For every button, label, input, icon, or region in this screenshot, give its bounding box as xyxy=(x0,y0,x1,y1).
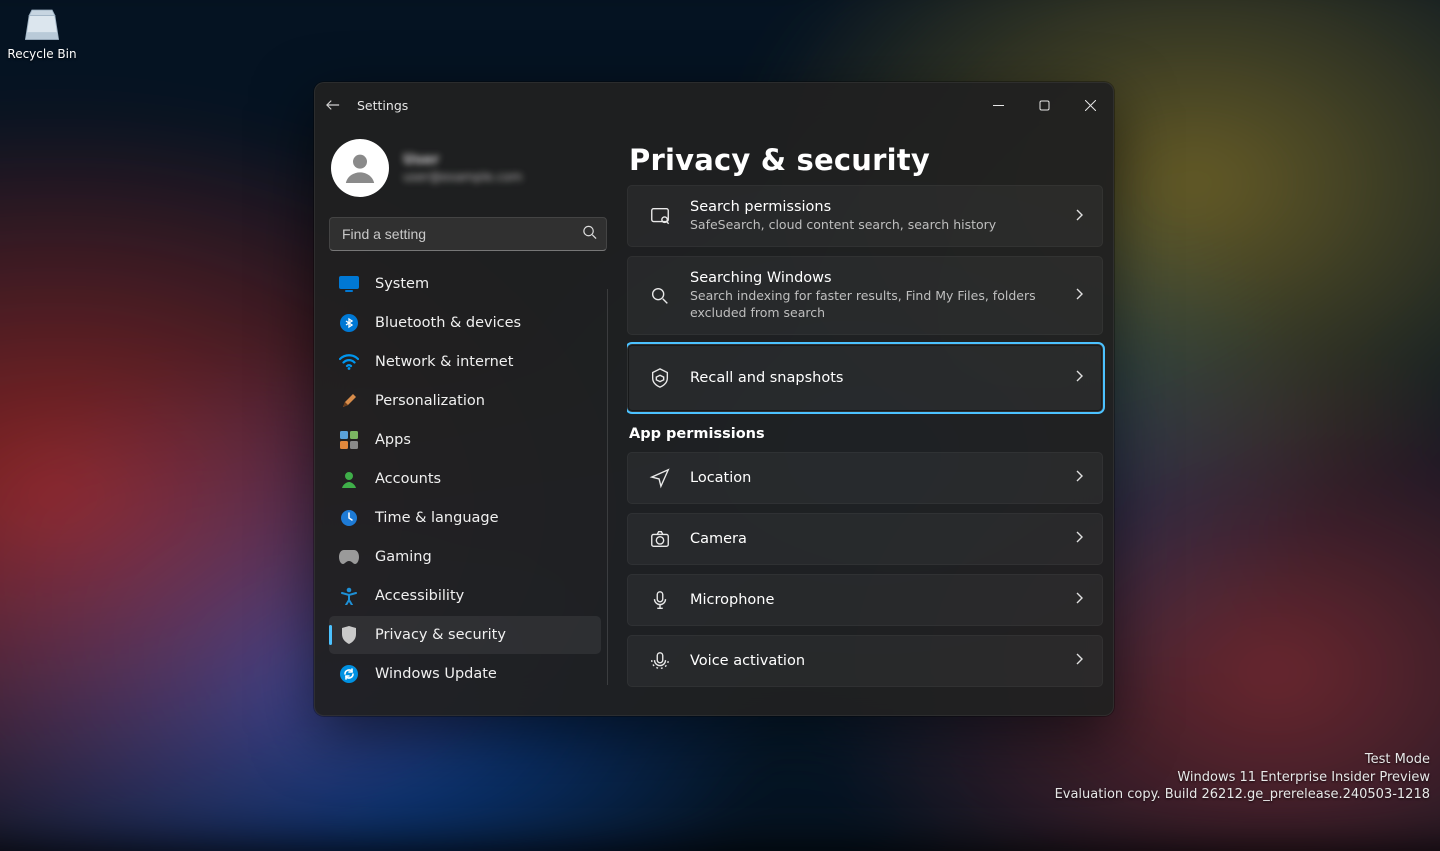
avatar xyxy=(331,139,389,197)
search-icon xyxy=(582,225,597,244)
chevron-right-icon xyxy=(1072,529,1086,548)
setting-title: Location xyxy=(690,470,1054,486)
sidebar-item-network[interactable]: Network & internet xyxy=(329,343,601,381)
recycle-bin[interactable]: Recycle Bin xyxy=(4,2,80,61)
searching-windows-icon xyxy=(648,284,672,308)
wifi-icon xyxy=(339,352,359,372)
account-header[interactable]: User user@example.com xyxy=(329,137,607,211)
voice-activation-icon xyxy=(648,649,672,673)
settings-window: Settings xyxy=(314,82,1114,716)
setting-voice-activation[interactable]: Voice activation xyxy=(627,635,1103,687)
close-icon xyxy=(1085,100,1096,111)
setting-title: Recall and snapshots xyxy=(690,370,1054,386)
sidebar-item-system[interactable]: System xyxy=(329,265,601,303)
setting-subtitle: Search indexing for faster results, Find… xyxy=(690,288,1054,321)
window-title: Settings xyxy=(357,98,408,113)
setting-searching-windows[interactable]: Searching Windows Search indexing for fa… xyxy=(627,256,1103,335)
sidebar-item-time-language[interactable]: Time & language xyxy=(329,499,601,537)
update-icon xyxy=(339,664,359,684)
sidebar-item-windows-update[interactable]: Windows Update xyxy=(329,655,601,693)
setting-title: Search permissions xyxy=(690,199,1054,215)
setting-location[interactable]: Location xyxy=(627,452,1103,504)
setting-subtitle: SafeSearch, cloud content search, search… xyxy=(690,217,1054,233)
sidebar-item-label: Personalization xyxy=(375,393,485,409)
minimize-icon xyxy=(993,100,1004,111)
sidebar-item-privacy-security[interactable]: Privacy & security xyxy=(329,616,601,654)
main-content: Privacy & security Search permissions Sa… xyxy=(615,127,1113,715)
apps-icon xyxy=(339,430,359,450)
search-input[interactable] xyxy=(329,217,607,251)
search-box[interactable] xyxy=(329,217,607,251)
sidebar-item-label: Gaming xyxy=(375,549,432,565)
bluetooth-icon xyxy=(339,313,359,333)
sidebar-nav: System Bluetooth & devices Network & int… xyxy=(329,265,607,693)
maximize-icon xyxy=(1039,100,1050,111)
setting-recall-snapshots[interactable]: Recall and snapshots xyxy=(627,344,1103,412)
sidebar-item-bluetooth[interactable]: Bluetooth & devices xyxy=(329,304,601,342)
account-name: User xyxy=(403,152,522,168)
sidebar-item-label: Bluetooth & devices xyxy=(375,315,521,331)
microphone-icon xyxy=(648,588,672,612)
sidebar-item-personalization[interactable]: Personalization xyxy=(329,382,601,420)
sidebar-item-label: Apps xyxy=(375,432,411,448)
setting-title: Camera xyxy=(690,531,1054,547)
window-minimize-button[interactable] xyxy=(975,89,1021,121)
sidebar-item-label: Accessibility xyxy=(375,588,464,604)
back-button[interactable] xyxy=(315,83,351,127)
sidebar-item-label: Network & internet xyxy=(375,354,513,370)
camera-icon xyxy=(648,527,672,551)
sidebar-item-label: Privacy & security xyxy=(375,627,506,643)
sidebar-item-label: Time & language xyxy=(375,510,499,526)
sidebar-item-apps[interactable]: Apps xyxy=(329,421,601,459)
recycle-bin-icon xyxy=(20,2,64,45)
sidebar-item-label: System xyxy=(375,276,429,292)
setting-camera[interactable]: Camera xyxy=(627,513,1103,565)
sidebar-item-label: Windows Update xyxy=(375,666,497,682)
paintbrush-icon xyxy=(339,391,359,411)
window-close-button[interactable] xyxy=(1067,89,1113,121)
setting-title: Microphone xyxy=(690,592,1054,608)
content-scroll[interactable]: Search permissions SafeSearch, cloud con… xyxy=(627,185,1113,715)
section-header-app-permissions: App permissions xyxy=(629,426,1103,442)
shield-icon xyxy=(339,625,359,645)
chevron-right-icon xyxy=(1072,468,1086,487)
chevron-right-icon xyxy=(1072,368,1086,387)
setting-search-permissions[interactable]: Search permissions SafeSearch, cloud con… xyxy=(627,185,1103,247)
setting-microphone[interactable]: Microphone xyxy=(627,574,1103,626)
chevron-right-icon xyxy=(1072,651,1086,670)
sidebar-item-label: Accounts xyxy=(375,471,441,487)
chevron-right-icon xyxy=(1072,590,1086,609)
gaming-icon xyxy=(339,547,359,567)
system-icon xyxy=(339,274,359,294)
arrow-left-icon xyxy=(326,98,340,112)
sidebar-item-accounts[interactable]: Accounts xyxy=(329,460,601,498)
desktop-watermark: Test Mode Windows 11 Enterprise Insider … xyxy=(1055,751,1430,804)
window-maximize-button[interactable] xyxy=(1021,89,1067,121)
person-icon xyxy=(340,148,380,188)
page-title: Privacy & security xyxy=(629,143,1107,177)
chevron-right-icon xyxy=(1072,207,1086,226)
sidebar-item-accessibility[interactable]: Accessibility xyxy=(329,577,601,615)
sidebar: User user@example.com System xyxy=(315,127,615,715)
setting-title: Voice activation xyxy=(690,653,1054,669)
recall-icon xyxy=(648,366,672,390)
accounts-icon xyxy=(339,469,359,489)
account-email: user@example.com xyxy=(403,170,522,184)
sidebar-item-gaming[interactable]: Gaming xyxy=(329,538,601,576)
setting-title: Searching Windows xyxy=(690,270,1054,286)
search-permissions-icon xyxy=(648,204,672,228)
recycle-bin-label: Recycle Bin xyxy=(7,47,76,61)
accessibility-icon xyxy=(339,586,359,606)
clock-globe-icon xyxy=(339,508,359,528)
titlebar: Settings xyxy=(315,83,1113,127)
chevron-right-icon xyxy=(1072,286,1086,305)
location-icon xyxy=(648,466,672,490)
